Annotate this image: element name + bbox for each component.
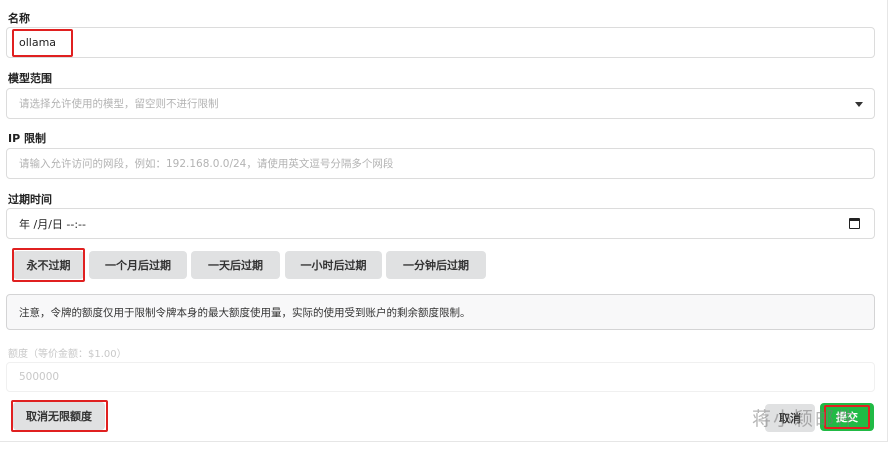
token-form-panel: 名称 ollama 模型范围 请选择允许使用的模型，留空则不进行限制 IP 限制…: [0, 0, 888, 442]
name-input[interactable]: ollama: [6, 27, 875, 58]
expire-time-label: 过期时间: [8, 193, 52, 206]
expire-time-input[interactable]: 年 /月/日 --:--: [6, 208, 875, 239]
cancel-unlimited-quota-button[interactable]: 取消无限额度: [13, 402, 105, 430]
expire-one-minute-button[interactable]: 一分钟后过期: [386, 251, 486, 279]
quota-input: 500000: [6, 362, 875, 392]
quota-label: 额度（等价金额：$1.00）: [8, 349, 127, 360]
ip-limit-label: IP 限制: [8, 132, 46, 145]
never-expire-button[interactable]: 永不过期: [13, 251, 84, 279]
submit-button[interactable]: 提交: [820, 403, 874, 431]
quota-notice: 注意，令牌的额度仅用于限制令牌本身的最大额度使用量，实际的使用受到账户的剩余额度…: [6, 294, 875, 330]
calendar-icon[interactable]: [849, 218, 860, 229]
dropdown-caret-icon: [855, 102, 863, 107]
ip-limit-placeholder: 请输入允许访问的网段，例如：192.168.0.0/24，请使用英文逗号分隔多个…: [19, 158, 394, 170]
model-scope-placeholder: 请选择允许使用的模型，留空则不进行限制: [19, 98, 219, 110]
expire-one-hour-button[interactable]: 一小时后过期: [285, 251, 382, 279]
quota-notice-text: 注意，令牌的额度仅用于限制令牌本身的最大额度使用量，实际的使用受到账户的剩余额度…: [19, 306, 471, 319]
cancel-button[interactable]: 取消: [765, 404, 815, 432]
ip-limit-input[interactable]: 请输入允许访问的网段，例如：192.168.0.0/24，请使用英文逗号分隔多个…: [6, 148, 875, 179]
quota-placeholder: 500000: [19, 371, 60, 383]
name-label: 名称: [8, 12, 30, 25]
expire-one-day-button[interactable]: 一天后过期: [191, 251, 280, 279]
model-scope-label: 模型范围: [8, 72, 52, 85]
model-scope-select[interactable]: 请选择允许使用的模型，留空则不进行限制: [6, 88, 875, 119]
expire-one-month-button[interactable]: 一个月后过期: [89, 251, 187, 279]
expire-time-value: 年 /月/日 --:--: [19, 217, 86, 231]
name-value: ollama: [19, 36, 57, 49]
